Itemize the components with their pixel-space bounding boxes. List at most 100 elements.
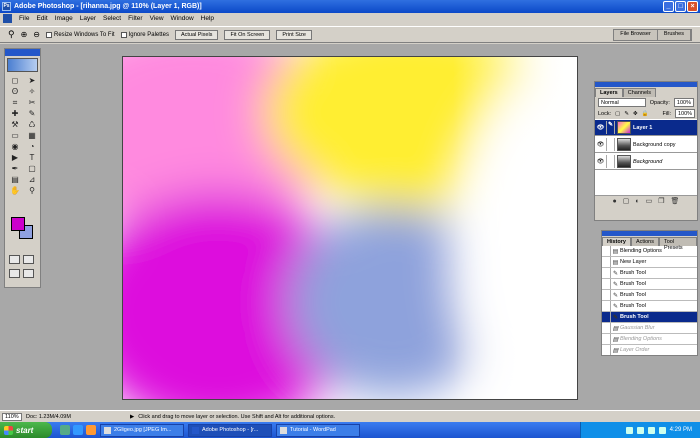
marquee-tool-icon[interactable]: ◻ bbox=[9, 76, 21, 86]
history-source-marker[interactable] bbox=[602, 345, 611, 355]
stamp-tool-icon[interactable]: ⚒ bbox=[9, 120, 21, 130]
history-source-marker[interactable] bbox=[602, 301, 611, 311]
menu-image[interactable]: Image bbox=[55, 15, 73, 22]
internet-explorer-icon[interactable] bbox=[73, 425, 83, 435]
history-source-marker[interactable] bbox=[602, 334, 611, 344]
type-tool-icon[interactable]: T bbox=[26, 153, 38, 163]
zoom-out-icon[interactable]: ⊖ bbox=[33, 30, 40, 39]
history-item[interactable]: ✎ Brush Tool bbox=[602, 268, 697, 279]
slice-tool-icon[interactable]: ✂ bbox=[26, 98, 38, 108]
menu-select[interactable]: Select bbox=[103, 15, 121, 22]
crop-tool-icon[interactable]: ⌗ bbox=[9, 98, 21, 108]
lasso-tool-icon[interactable]: ʘ bbox=[9, 87, 21, 97]
eraser-tool-icon[interactable]: ▭ bbox=[9, 131, 21, 141]
gradient-tool-icon[interactable]: ▦ bbox=[26, 131, 38, 141]
history-brush-tool-icon[interactable]: ♺ bbox=[26, 120, 38, 130]
menu-window[interactable]: Window bbox=[171, 15, 194, 22]
visibility-eye-icon[interactable]: 👁 bbox=[595, 141, 606, 148]
history-source-marker[interactable] bbox=[602, 323, 611, 333]
menu-layer[interactable]: Layer bbox=[80, 15, 96, 22]
menu-help[interactable]: Help bbox=[201, 15, 214, 22]
layer-style-icon[interactable]: ● bbox=[613, 198, 617, 205]
add-mask-icon[interactable]: ▢ bbox=[623, 197, 630, 205]
move-tool-icon[interactable]: ➤ bbox=[26, 76, 38, 86]
layer-row[interactable]: 👁 ✎ Layer 1 bbox=[595, 119, 697, 136]
link-icon[interactable] bbox=[606, 138, 615, 151]
history-item[interactable]: ▤ Blending Options bbox=[602, 334, 697, 345]
layers-panel-titlebar[interactable] bbox=[595, 82, 697, 87]
tab-history[interactable]: History bbox=[602, 237, 631, 246]
healing-tool-icon[interactable]: ✚ bbox=[9, 109, 21, 119]
tab-actions[interactable]: Actions bbox=[630, 237, 659, 246]
zoom-tool-icon[interactable]: ⚲ bbox=[26, 186, 38, 196]
history-item[interactable]: ✎ Brush Tool bbox=[602, 290, 697, 301]
media-player-icon[interactable] bbox=[86, 425, 96, 435]
magic-wand-tool-icon[interactable]: ✧ bbox=[26, 87, 38, 97]
history-item[interactable]: ▤ Gaussian Blur bbox=[602, 323, 697, 334]
tray-icon[interactable] bbox=[625, 426, 633, 434]
ignore-palettes-checkbox[interactable]: Ignore Palettes bbox=[120, 31, 169, 38]
zoom-in-icon[interactable]: ⊕ bbox=[21, 30, 28, 39]
new-set-icon[interactable]: ▭ bbox=[646, 197, 653, 205]
status-arrow-icon[interactable]: ▶ bbox=[130, 414, 134, 420]
visibility-eye-icon[interactable]: 👁 bbox=[595, 124, 606, 131]
menu-file[interactable]: File bbox=[19, 15, 29, 22]
task-photoshop[interactable]: Adobe Photoshop - [r... bbox=[188, 423, 272, 437]
opacity-field[interactable]: 100% bbox=[673, 98, 694, 107]
toolbox-titlebar[interactable] bbox=[5, 49, 40, 56]
resize-windows-checkbox[interactable]: Resize Windows To Fit bbox=[46, 31, 115, 38]
tray-icon[interactable] bbox=[636, 426, 644, 434]
screen-mode-standard-icon[interactable] bbox=[9, 269, 20, 278]
start-button[interactable]: start bbox=[0, 422, 52, 438]
history-item[interactable]: ✎ Brush Tool bbox=[602, 301, 697, 312]
tab-tool-presets[interactable]: Tool Presets bbox=[659, 237, 697, 251]
lock-transparency-icon[interactable]: ▢ bbox=[615, 111, 620, 117]
visibility-eye-icon[interactable]: 👁 bbox=[595, 158, 606, 165]
clock[interactable]: 4:29 PM bbox=[670, 427, 692, 433]
fit-on-screen-button[interactable]: Fit On Screen bbox=[224, 29, 271, 40]
maximize-button[interactable]: □ bbox=[675, 1, 686, 12]
lock-image-icon[interactable]: ✎ bbox=[624, 111, 629, 117]
menu-view[interactable]: View bbox=[150, 15, 164, 22]
quick-mask-icon[interactable] bbox=[23, 255, 34, 264]
adobe-online-icon[interactable] bbox=[7, 58, 38, 72]
task-jpeg-image[interactable]: 2Gligeo.jpg [JPEG Im... bbox=[100, 423, 184, 437]
blend-mode-select[interactable]: Normal bbox=[598, 98, 646, 107]
tab-channels[interactable]: Channels bbox=[622, 88, 656, 97]
lock-all-icon[interactable]: 🔒 bbox=[642, 111, 649, 117]
hand-tool-icon[interactable]: ✋ bbox=[9, 186, 21, 196]
print-size-button[interactable]: Print Size bbox=[276, 29, 312, 40]
notes-tool-icon[interactable]: ▤ bbox=[9, 175, 21, 185]
zoom-tool-icon[interactable]: ⚲ bbox=[8, 29, 15, 40]
history-source-marker[interactable] bbox=[602, 268, 611, 278]
history-item[interactable]: ▤ New Layer bbox=[602, 257, 697, 268]
document-canvas[interactable] bbox=[122, 56, 578, 400]
eyedropper-tool-icon[interactable]: ⊿ bbox=[26, 175, 38, 185]
history-item[interactable]: ✎ Brush Tool bbox=[602, 312, 697, 323]
fill-field[interactable]: 100% bbox=[675, 109, 696, 118]
task-wordpad[interactable]: Tutorial - WordPad bbox=[276, 423, 360, 437]
brushes-tab[interactable]: Brushes bbox=[658, 30, 691, 40]
history-source-marker[interactable] bbox=[602, 257, 611, 267]
actual-pixels-button[interactable]: Actual Pixels bbox=[174, 29, 219, 40]
history-source-marker[interactable] bbox=[602, 279, 611, 289]
menu-filter[interactable]: Filter bbox=[128, 15, 142, 22]
blur-tool-icon[interactable]: ◉ bbox=[9, 142, 21, 152]
dodge-tool-icon[interactable]: ◔ bbox=[26, 142, 38, 152]
tray-icon[interactable] bbox=[647, 426, 655, 434]
path-select-tool-icon[interactable]: ▶ bbox=[9, 153, 21, 163]
paintbrush-link-icon[interactable]: ✎ bbox=[606, 121, 615, 134]
new-layer-icon[interactable]: ❐ bbox=[658, 197, 664, 205]
history-item[interactable]: ▤ Layer Order bbox=[602, 345, 697, 355]
file-browser-tab[interactable]: File Browser bbox=[614, 30, 658, 40]
history-source-marker[interactable] bbox=[602, 246, 611, 256]
foreground-color-swatch[interactable] bbox=[11, 217, 25, 231]
layer-row[interactable]: 👁 Background bbox=[595, 153, 697, 170]
screen-mode-full-icon[interactable] bbox=[23, 269, 34, 278]
layer-row[interactable]: 👁 Background copy bbox=[595, 136, 697, 153]
trash-icon[interactable]: 🗑 bbox=[671, 197, 680, 205]
lock-position-icon[interactable]: ✥ bbox=[633, 111, 638, 117]
history-source-marker[interactable] bbox=[602, 290, 611, 300]
photoshop-menu-icon[interactable] bbox=[3, 14, 12, 23]
adjustment-layer-icon[interactable]: ◐ bbox=[635, 198, 639, 205]
